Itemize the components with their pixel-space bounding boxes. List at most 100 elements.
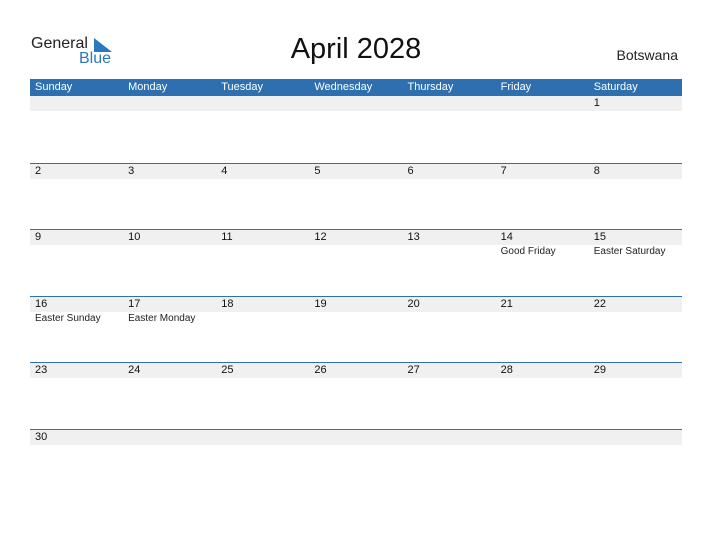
day-cell: 19	[309, 297, 402, 325]
week-cells: 2 3 4 5 6 7 8	[30, 164, 682, 179]
day-number	[501, 430, 589, 445]
country-label: Botswana	[616, 47, 678, 63]
day-cell	[216, 430, 309, 445]
day-cell: 17 Easter Monday	[123, 297, 216, 325]
day-number: 5	[314, 164, 321, 177]
day-number: 22	[593, 297, 606, 310]
day-number: 18	[221, 297, 234, 310]
day-cell: 21	[496, 297, 589, 325]
day-number: 4	[221, 164, 228, 177]
day-cell: 7	[496, 164, 589, 179]
day-number: 3	[128, 164, 135, 177]
day-cell: 10	[123, 230, 216, 258]
day-cell: 9	[30, 230, 123, 258]
day-cell	[403, 96, 496, 111]
day-cell	[123, 430, 216, 445]
day-number: 6	[407, 164, 414, 177]
week-row: 1	[30, 96, 682, 163]
week-cells: 9 10 11 12 13 14 Good Friday 15 Easter Saturday	[30, 230, 682, 258]
day-number: 10	[128, 231, 141, 244]
day-cell: 27	[403, 363, 496, 378]
holiday-label: Easter Saturday	[593, 246, 666, 258]
day-cell: 26	[309, 363, 402, 378]
day-number	[35, 96, 123, 111]
week-cells: 30	[30, 430, 682, 445]
weekday-sunday: Sunday	[35, 81, 73, 93]
day-cell: 2	[30, 164, 123, 179]
day-cell	[216, 96, 309, 111]
day-number: 8	[593, 164, 600, 177]
day-cell	[30, 96, 123, 111]
day-number: 24	[128, 364, 141, 377]
week-cells: 23 24 25 26 27 28 29	[30, 363, 682, 378]
day-cell: 29	[589, 363, 682, 378]
weekday-tuesday: Tuesday	[221, 81, 264, 93]
day-cell: 13	[403, 230, 496, 258]
day-number: 26	[314, 364, 327, 377]
day-number	[314, 96, 402, 111]
day-number: 12	[314, 231, 327, 244]
day-number: 16	[35, 297, 48, 310]
day-number	[594, 430, 682, 445]
holiday-label: Easter Sunday	[35, 312, 101, 324]
day-cell: 20	[403, 297, 496, 325]
day-cell	[403, 430, 496, 445]
weekday-thursday: Thursday	[407, 81, 454, 93]
week-row: 16 Easter Sunday 17 Easter Monday 18 19 20 21 22	[30, 295, 682, 363]
day-number: 25	[221, 364, 234, 377]
day-cell: 4	[216, 164, 309, 179]
day-cell: 16 Easter Sunday	[30, 297, 123, 325]
week-row: 2 3 4 5 6 7 8	[30, 162, 682, 230]
weekday-wednesday: Wednesday	[314, 81, 373, 93]
day-number: 30	[35, 430, 48, 443]
day-number	[314, 430, 402, 445]
day-cell	[123, 96, 216, 111]
week-row: 30	[30, 428, 682, 496]
day-cell: 8	[589, 164, 682, 179]
day-cell: 5	[309, 164, 402, 179]
day-cell: 30	[30, 430, 123, 445]
day-number	[128, 430, 216, 445]
holiday-label: Easter Monday	[128, 312, 196, 324]
day-number: 21	[500, 297, 513, 310]
day-number: 2	[35, 164, 42, 177]
day-cell: 25	[216, 363, 309, 378]
day-number: 29	[593, 364, 606, 377]
day-cell: 15 Easter Saturday	[589, 230, 682, 258]
day-number: 28	[500, 364, 513, 377]
day-cell: 24	[123, 363, 216, 378]
day-cell: 22	[589, 297, 682, 325]
day-cell: 12	[309, 230, 402, 258]
day-cell: 1	[589, 96, 682, 111]
day-number: 14	[500, 231, 513, 244]
weekday-monday: Monday	[128, 81, 168, 93]
day-cell	[589, 430, 682, 445]
day-number: 11	[221, 231, 233, 244]
day-number	[221, 430, 309, 445]
day-number: 27	[407, 364, 420, 377]
day-cell: 28	[496, 363, 589, 378]
weekday-saturday: Saturday	[593, 81, 638, 93]
calendar-title: April 2028	[290, 33, 422, 65]
day-number: 7	[500, 164, 507, 177]
weekday-friday: Friday	[500, 81, 532, 93]
day-number: 20	[407, 297, 420, 310]
day-number: 17	[128, 297, 141, 310]
day-cell: 6	[403, 164, 496, 179]
weekday-header: Sunday Monday Tuesday Wednesday Thursday…	[30, 79, 682, 96]
day-cell: 14 Good Friday	[496, 230, 589, 258]
day-cell: 23	[30, 363, 123, 378]
day-number	[128, 96, 216, 111]
week-row: 9 10 11 12 13 14 Good Friday 15 Easter Saturday	[30, 229, 682, 296]
day-cell	[496, 96, 589, 111]
day-number: 23	[35, 364, 48, 377]
day-number	[221, 96, 309, 111]
day-number: 13	[407, 231, 420, 244]
day-number: 19	[314, 297, 327, 310]
week-row: 23 24 25 26 27 28 29	[30, 362, 682, 429]
calendar-grid: Sunday Monday Tuesday Wednesday Thursday…	[30, 79, 682, 496]
day-cell	[309, 430, 402, 445]
day-cell	[496, 430, 589, 445]
day-number: 9	[35, 231, 42, 244]
weeks-container: 1 2 3 4 5 6 7 8 9 10 11 12 13 14 Good Friday 15 Easter S…	[30, 96, 682, 496]
